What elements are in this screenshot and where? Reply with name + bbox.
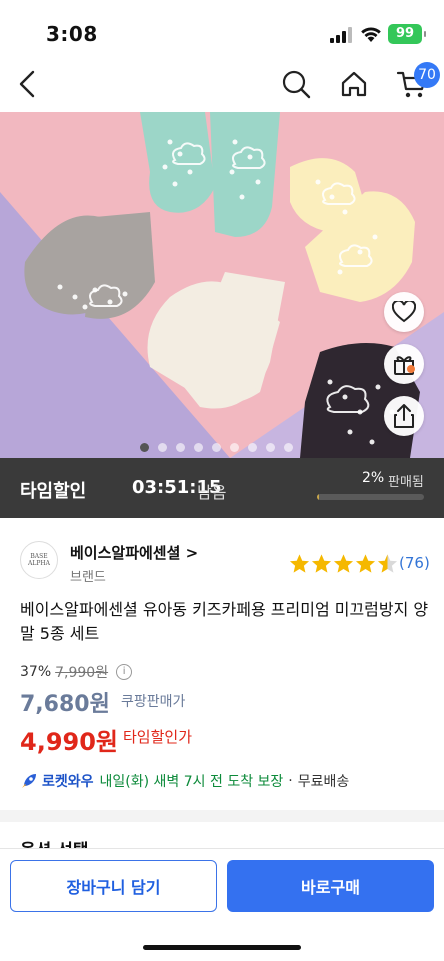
chevron-left-icon [19, 70, 35, 98]
rocket-icon [22, 774, 36, 788]
pagination-dot[interactable] [284, 443, 293, 452]
status-bar: 3:08 99 [0, 0, 444, 58]
pagination-dot[interactable] [140, 443, 149, 452]
timesale-bar: 타임할인 03:51:15 남음 2% 판매됨 [0, 458, 444, 518]
socks-photo [0, 112, 444, 458]
pagination-dot[interactable] [266, 443, 275, 452]
rocket-wow-label: 로켓와우 [42, 774, 94, 790]
star-icon [311, 554, 332, 573]
info-icon[interactable]: i [116, 664, 133, 680]
delivery-info: 로켓와우 내일(화) 새벽 7시 전 도착 보장 · 무료배송 [20, 771, 349, 791]
gift-icon [394, 356, 415, 375]
home-button[interactable] [336, 66, 372, 102]
signal-icon [330, 27, 352, 43]
section-divider [0, 810, 444, 822]
delivery-separator: · [288, 773, 293, 789]
sold-percent: 2% [362, 470, 385, 486]
cart-count-badge: 70 [414, 62, 440, 88]
sold-label: 판매됨 [388, 475, 424, 490]
add-to-cart-button[interactable]: 장바구니 담기 [10, 860, 217, 912]
coupang-price-label: 쿠팡판매가 [121, 694, 186, 710]
pagination-dot[interactable] [248, 443, 257, 452]
search-button[interactable] [278, 66, 314, 102]
brand-type-label: 브랜드 [70, 570, 106, 585]
rating-stars[interactable] [289, 553, 398, 574]
product-title: 베이스알파에센셜 유아동 키즈카페용 프리미엄 미끄럼방지 양말 5종 세트 [20, 600, 429, 643]
sold-progress-bar [317, 494, 424, 500]
gift-button[interactable] [384, 344, 424, 384]
original-price: 7,990원 [55, 665, 109, 681]
home-indicator[interactable] [143, 945, 301, 950]
brand-logo-line1: BASE [30, 553, 48, 560]
star-icon [333, 554, 354, 573]
back-button[interactable] [10, 66, 46, 102]
pagination-dot[interactable] [230, 443, 239, 452]
home-icon [341, 71, 367, 97]
pagination-dot[interactable] [212, 443, 221, 452]
wishlist-button[interactable] [384, 292, 424, 332]
top-nav [0, 58, 444, 110]
brand-logo[interactable]: BASE ALPHA [20, 541, 58, 579]
share-icon [394, 404, 414, 428]
sold-progress-fill [317, 494, 320, 500]
timesale-price-label: 타임할인가 [123, 728, 193, 746]
pagination-dot[interactable] [158, 443, 167, 452]
battery-icon: 99 [388, 24, 426, 44]
share-button[interactable] [384, 396, 424, 436]
star-icon [355, 554, 376, 573]
buy-now-button[interactable]: 바로구매 [227, 860, 434, 912]
brand-name-link[interactable]: 베이스알파에센셜 > [70, 542, 198, 563]
wifi-icon [361, 27, 381, 42]
product-image[interactable] [0, 112, 444, 458]
review-count-link[interactable]: (76) [399, 554, 430, 572]
discount-row: 37% 7,990원 i [20, 662, 133, 682]
star-icon [289, 554, 310, 573]
heart-icon [392, 301, 416, 323]
bottom-action-bar: 장바구니 담기 바로구매 [0, 848, 444, 961]
search-icon [282, 70, 311, 99]
coupang-price: 7,680원 [20, 692, 110, 717]
timesale-price: 4,990원 [20, 728, 118, 756]
pagination-dot[interactable] [194, 443, 203, 452]
pagination-dot[interactable] [176, 443, 185, 452]
free-shipping-label: 무료배송 [297, 774, 350, 790]
image-pagination-dots[interactable] [140, 443, 293, 452]
timesale-remaining: 남음 [197, 483, 227, 502]
status-time: 3:08 [46, 22, 98, 46]
discount-rate: 37% [20, 664, 52, 680]
timesale-label: 타임할인 [20, 481, 87, 502]
brand-logo-line2: ALPHA [28, 560, 50, 567]
delivery-eta: 내일(화) 새벽 7시 전 도착 보장 [99, 774, 284, 790]
star-icon [377, 554, 398, 573]
